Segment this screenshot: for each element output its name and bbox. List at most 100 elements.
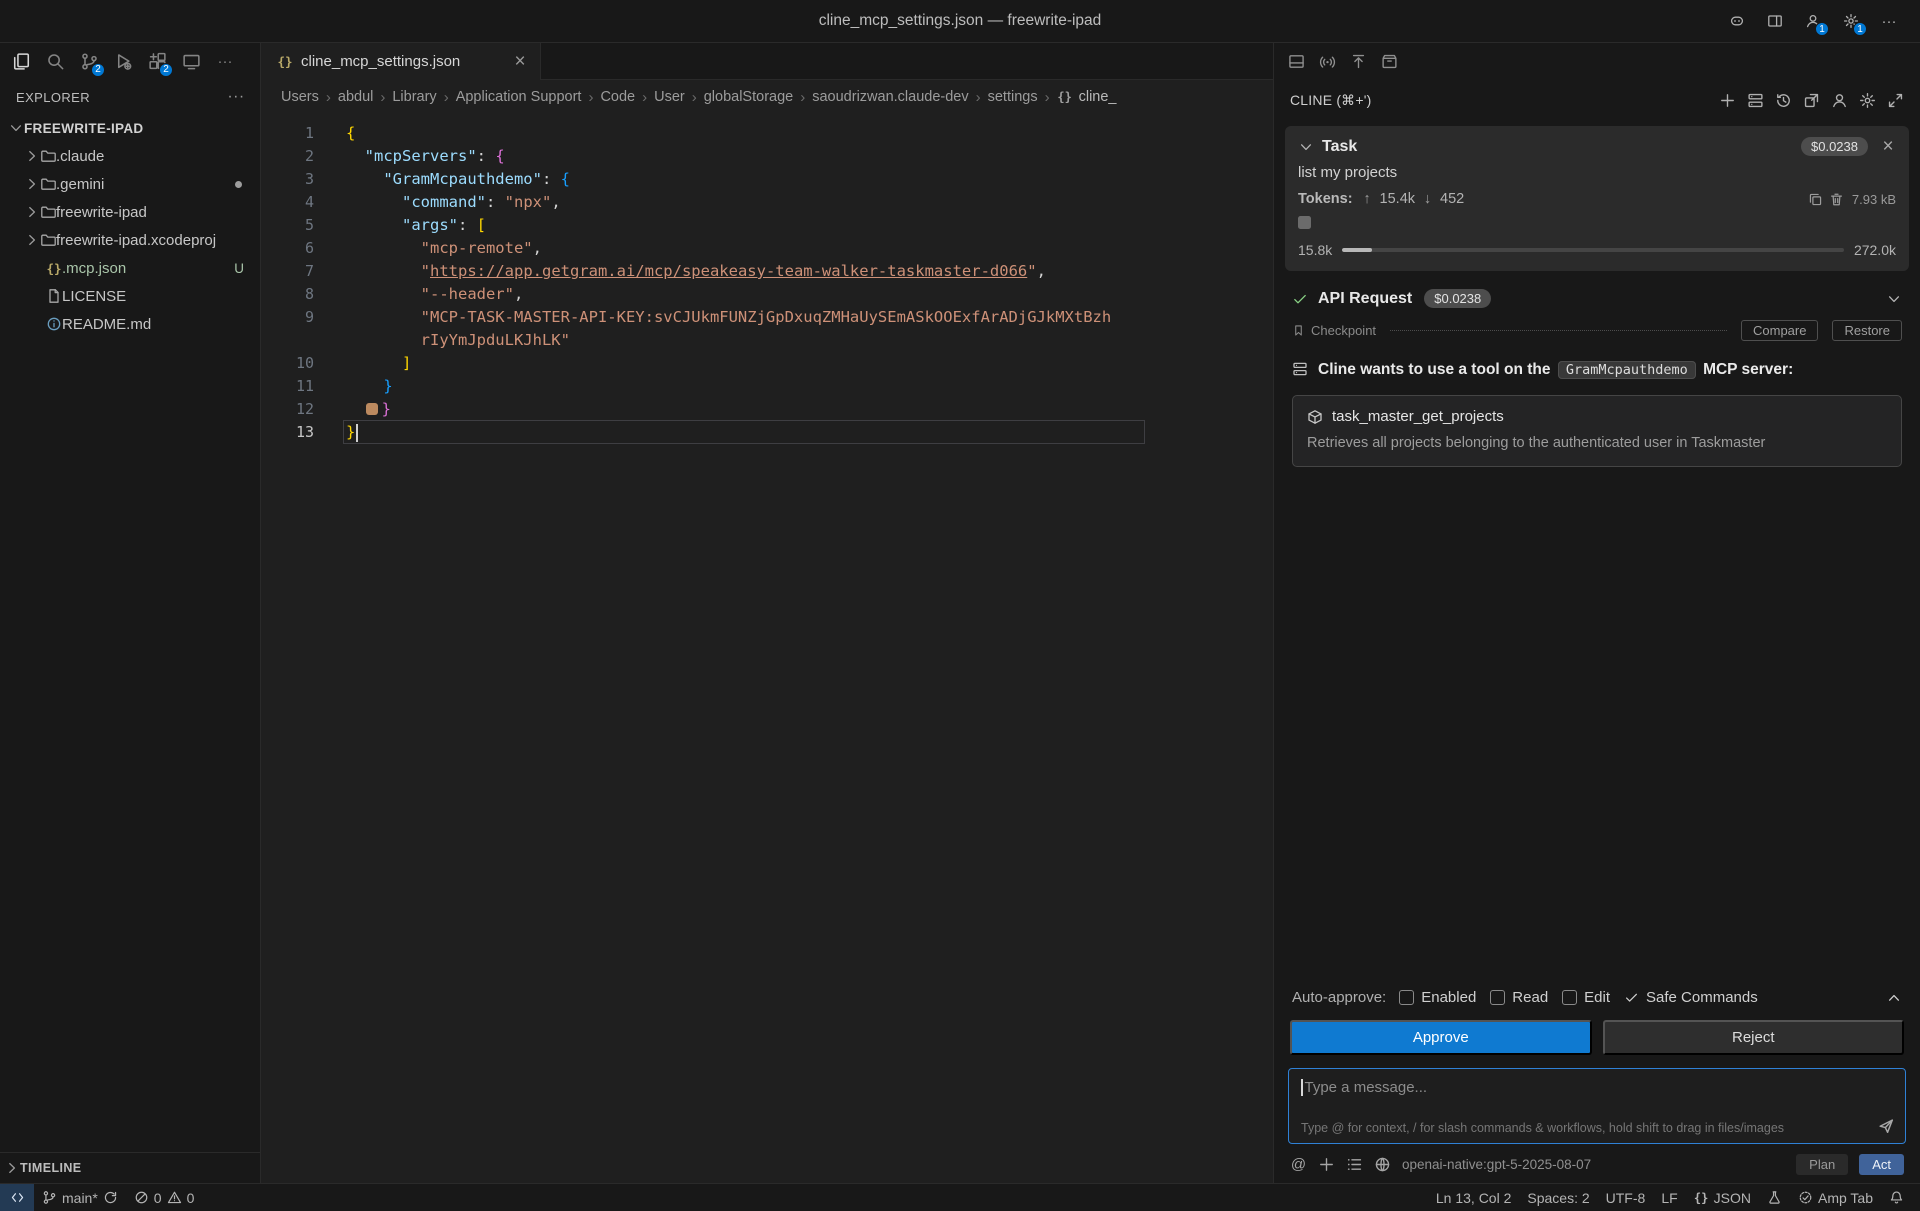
code-line[interactable]: 7 "https://app.getgram.ai/mcp/speakeasy-…	[261, 260, 1273, 283]
code-line[interactable]: rIyYmJpduLKJhLK"	[261, 329, 1273, 352]
restore-button[interactable]: Restore	[1832, 320, 1902, 341]
send-icon[interactable]	[1877, 1117, 1895, 1135]
activity-search-button[interactable]	[40, 47, 70, 77]
reject-button[interactable]: Reject	[1603, 1020, 1905, 1055]
explorer-more-button[interactable]: ···	[228, 88, 244, 106]
activity-explorer-button[interactable]	[6, 47, 36, 77]
code-line[interactable]: 2 "mcpServers": {	[261, 145, 1273, 168]
amp-tab-status[interactable]: Amp Tab	[1790, 1184, 1881, 1211]
tree-item-freewrite-ipad[interactable]: freewrite-ipad	[0, 198, 260, 226]
activity-source-control-button[interactable]: 2	[74, 47, 104, 77]
breadcrumb-item[interactable]: abdul	[338, 89, 373, 105]
panel-layout-icon[interactable]	[1288, 53, 1305, 70]
rules-icon[interactable]	[1346, 1156, 1363, 1173]
code-line[interactable]: 6 "mcp-remote",	[261, 237, 1273, 260]
code-line[interactable]: 10 ]	[261, 352, 1273, 375]
auto-approve-option-read[interactable]: Read	[1490, 989, 1548, 1006]
activity-more-button[interactable]: ···	[210, 47, 240, 77]
activity-remote-explorer-button[interactable]	[176, 47, 206, 77]
tree-item-gemini[interactable]: .gemini	[0, 170, 260, 198]
experiment-status[interactable]	[1759, 1184, 1790, 1211]
code-line[interactable]: 1{	[261, 122, 1273, 145]
code-line[interactable]: 4 "command": "npx",	[261, 191, 1273, 214]
code-line[interactable]: 3 "GramMcpauthdemo": {	[261, 168, 1273, 191]
model-selector[interactable]: openai-native:gpt-5-2025-08-07	[1402, 1157, 1591, 1172]
compare-button[interactable]: Compare	[1741, 320, 1818, 341]
api-request-row[interactable]: API Request $0.0238	[1274, 281, 1920, 316]
code-line[interactable]: 9 "MCP-TASK-MASTER-API-KEY:svCJUkmFUNZjG…	[261, 306, 1273, 329]
code-line[interactable]: 5 "args": [	[261, 214, 1273, 237]
tool-request-card[interactable]: task_master_get_projects Retrieves all p…	[1292, 395, 1902, 466]
activity-extensions-button[interactable]: 2	[142, 47, 172, 77]
breadcrumb-item[interactable]: Code	[600, 89, 635, 105]
chevron-up-icon[interactable]	[1886, 990, 1902, 1006]
tree-item-mcp-json[interactable]: {}.mcp.jsonU	[0, 254, 260, 282]
indentation-status[interactable]: Spaces: 2	[1519, 1184, 1597, 1211]
mcp-servers-icon[interactable]	[1747, 92, 1764, 109]
tree-item-readme-md[interactable]: README.md	[0, 310, 260, 338]
close-task-button[interactable]: ×	[1880, 137, 1896, 156]
history-icon[interactable]	[1775, 92, 1792, 109]
auto-approve-option-safe-commands[interactable]: Safe Commands	[1624, 989, 1758, 1006]
chevron-down-icon[interactable]	[1886, 291, 1902, 307]
browser-icon[interactable]	[1374, 1156, 1391, 1173]
code-line[interactable]: 8 "--header",	[261, 283, 1273, 306]
cache-indicator[interactable]	[1298, 216, 1311, 229]
tree-item-freewrite-ipad-xcodeproj[interactable]: freewrite-ipad.xcodeproj	[0, 226, 260, 254]
expand-icon[interactable]	[1887, 92, 1904, 109]
code-line[interactable]: 12 }	[261, 398, 1273, 421]
notifications-bell[interactable]	[1881, 1184, 1912, 1211]
editor-group: {} cline_mcp_settings.json × Users › abdul…	[261, 43, 1273, 1183]
layout-button[interactable]	[1760, 6, 1790, 36]
timeline-section-header[interactable]: TIMELINE	[0, 1152, 260, 1183]
breadcrumb-separator-icon: ›	[642, 89, 647, 106]
auto-approve-option-enabled[interactable]: Enabled	[1399, 989, 1476, 1006]
more-actions-button[interactable]: ···	[1874, 6, 1904, 36]
cursor-position[interactable]: Ln 13, Col 2	[1428, 1184, 1520, 1211]
tab-cline-mcp-settings[interactable]: {} cline_mcp_settings.json ×	[261, 43, 541, 80]
manage-button[interactable]: 1	[1836, 6, 1866, 36]
breadcrumb-item[interactable]: Application Support	[456, 89, 582, 105]
breadcrumb-item[interactable]: Users	[281, 89, 319, 105]
breadcrumb-item[interactable]: settings	[988, 89, 1038, 105]
broadcast-icon[interactable]	[1319, 53, 1336, 70]
code-editor[interactable]: 1{2 "mcpServers": {3 "GramMcpauthdemo": …	[261, 114, 1273, 1183]
breadcrumb-item[interactable]: globalStorage	[704, 89, 794, 105]
tree-root-freewrite-ipad[interactable]: FREEWRITE-IPAD	[0, 114, 260, 142]
tree-item-license[interactable]: LICENSE	[0, 282, 260, 310]
git-branch-status[interactable]: main*	[34, 1184, 126, 1211]
breadcrumb-item[interactable]: saoudrizwan.claude-dev	[812, 89, 968, 105]
new-task-icon[interactable]	[1719, 92, 1736, 109]
open-in-editor-icon[interactable]	[1803, 92, 1820, 109]
problems-status[interactable]: 0 0	[126, 1184, 203, 1211]
accounts-button[interactable]: 1	[1798, 6, 1828, 36]
account-icon[interactable]	[1831, 92, 1848, 109]
act-mode-button[interactable]: Act	[1859, 1154, 1904, 1175]
code-line[interactable]: 11 }	[261, 375, 1273, 398]
archive-box-icon[interactable]	[1381, 53, 1398, 70]
settings-gear-icon[interactable]	[1859, 92, 1876, 109]
approve-button[interactable]: Approve	[1290, 1020, 1592, 1055]
mention-icon[interactable]: @	[1290, 1156, 1307, 1173]
plan-mode-button[interactable]: Plan	[1796, 1154, 1848, 1175]
eol-status[interactable]: LF	[1653, 1184, 1685, 1211]
remote-indicator[interactable]	[0, 1184, 34, 1211]
code-line[interactable]: 13}	[261, 421, 1273, 444]
breadcrumb-item[interactable]: Library	[392, 89, 436, 105]
auto-approve-option-edit[interactable]: Edit	[1562, 989, 1610, 1006]
language-mode[interactable]: {}JSON	[1686, 1184, 1759, 1211]
breadcrumb-file[interactable]: {}cline_	[1057, 89, 1117, 105]
tree-item-claude[interactable]: .claude	[0, 142, 260, 170]
close-tab-button[interactable]: ×	[498, 52, 528, 71]
copilot-button[interactable]	[1722, 6, 1752, 36]
add-context-icon[interactable]	[1318, 1156, 1335, 1173]
pin-up-icon[interactable]	[1350, 53, 1367, 70]
message-input[interactable]: Type a message... Type @ for context, / …	[1288, 1068, 1906, 1144]
encoding-status[interactable]: UTF-8	[1598, 1184, 1654, 1211]
delete-icon[interactable]	[1829, 192, 1844, 207]
activity-run-debug-button[interactable]	[108, 47, 138, 77]
breadcrumb-item[interactable]: User	[654, 89, 685, 105]
chevron-down-icon[interactable]	[1298, 139, 1314, 155]
info-icon	[46, 316, 62, 332]
copy-icon[interactable]	[1808, 192, 1823, 207]
